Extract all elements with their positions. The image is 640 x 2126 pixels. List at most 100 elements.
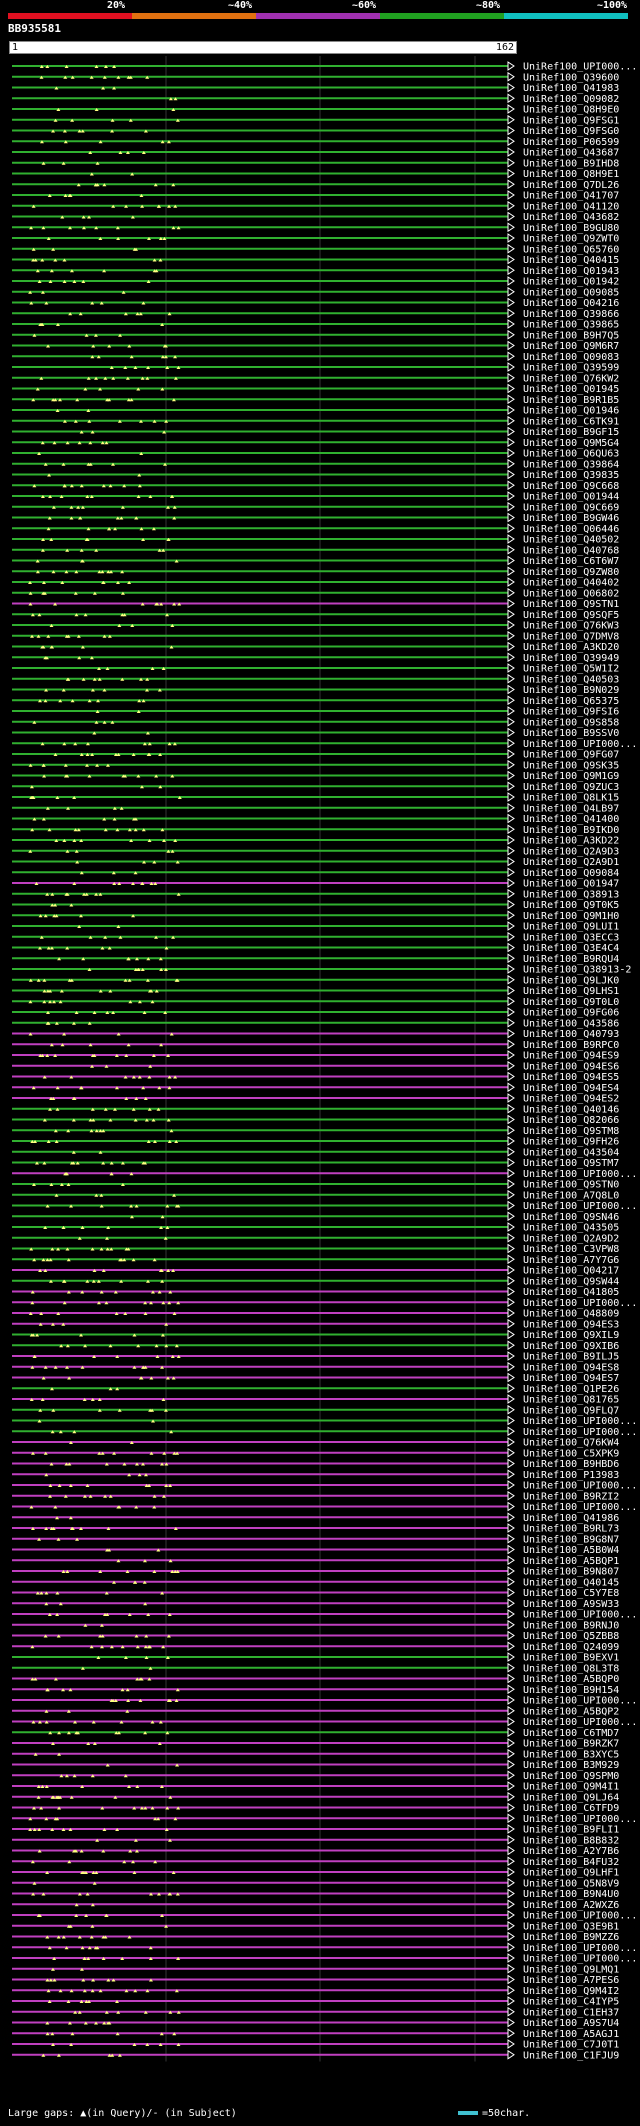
- hit-row: UniRef100_Q09085: [12, 286, 619, 298]
- hit-end-arrow: [507, 802, 515, 813]
- scale-legend: =50char.: [458, 2108, 530, 2120]
- hit-end-arrow: [507, 1910, 515, 1920]
- hit-label: UniRef100_A9S7U4: [523, 2018, 619, 2029]
- hit-label: UniRef100_A7Q8L0: [523, 1190, 619, 1201]
- hit-end-arrow: [507, 1802, 515, 1813]
- hit-row: UniRef100_Q82066: [12, 1114, 619, 1126]
- hit-label: UniRef100_Q9ZW80: [523, 567, 619, 578]
- hit-end-arrow: [507, 415, 515, 426]
- hit-row: UniRef100_B9N807: [12, 1566, 619, 1578]
- hit-label: UniRef100_Q5ZBB8: [523, 1631, 619, 1642]
- hit-label: UniRef100_Q40768: [523, 545, 619, 556]
- hit-end-arrow: [507, 867, 515, 878]
- hit-label: UniRef100_Q9STM8: [523, 1126, 619, 1137]
- hit-end-arrow: [507, 2049, 515, 2060]
- hit-row: UniRef100_UPI000...: [12, 738, 637, 750]
- hit-row: UniRef100_Q9M4I2: [12, 1985, 619, 1997]
- hit-label: UniRef100_Q9LHF1: [523, 1868, 619, 1879]
- hit-label: UniRef100_B9IKD0: [523, 825, 619, 836]
- hit-end-arrow: [507, 501, 515, 512]
- hit-row: UniRef100_C5Y7E8: [12, 1587, 619, 1599]
- hit-row: UniRef100_B8B832: [12, 1834, 619, 1846]
- hit-row: UniRef100_Q5ZBB8: [12, 1630, 619, 1642]
- hit-row: UniRef100_B9N4U0: [12, 1888, 619, 1900]
- hit-row: UniRef100_C6T6W7: [12, 555, 619, 567]
- hit-end-arrow: [507, 1512, 515, 1523]
- hit-label: UniRef100_Q40502: [523, 535, 619, 546]
- hit-row: UniRef100_A3KD20: [12, 641, 619, 653]
- hit-row: UniRef100_A5BQP1: [12, 1555, 619, 1567]
- hit-row: UniRef100_Q38913-2: [12, 964, 631, 976]
- hit-row: UniRef100_B9GW46: [12, 512, 619, 524]
- hit-end-arrow: [507, 1856, 515, 1867]
- hit-label: UniRef100_B9GW46: [523, 513, 619, 524]
- hit-end-arrow: [507, 82, 515, 93]
- hit-end-arrow: [507, 1867, 515, 1877]
- hit-label: UniRef100_B9MZZ6: [523, 1932, 619, 1943]
- hit-end-arrow: [507, 910, 515, 921]
- hit-row: UniRef100_Q9FG06: [12, 1007, 619, 1019]
- hit-end-arrow: [507, 985, 515, 996]
- hit-label: UniRef100_A3KD20: [523, 642, 619, 653]
- hit-label: UniRef100_C6TMD7: [523, 1728, 619, 1739]
- hit-row: UniRef100_B9RQU4: [12, 953, 619, 965]
- hit-end-arrow: [507, 1297, 515, 1308]
- hit-label: UniRef100_Q9SN46: [523, 1212, 619, 1223]
- hit-end-arrow: [507, 792, 515, 802]
- hit-row: UniRef100_Q41120: [12, 200, 619, 212]
- hit-end-arrow: [507, 781, 515, 792]
- hit-label: UniRef100_Q9XIB6: [523, 1341, 619, 1352]
- hit-row: UniRef100_Q40503: [12, 673, 619, 685]
- hit-row: UniRef100_UPI000...: [12, 1168, 637, 1180]
- hit-label: UniRef100_Q41805: [523, 1287, 619, 1298]
- hit-label: UniRef100_B9H154: [523, 1685, 619, 1696]
- hit-end-arrow: [507, 1738, 515, 1748]
- hit-label: UniRef100_Q04217: [523, 1266, 619, 1277]
- hit-end-arrow: [507, 1383, 515, 1394]
- hit-row: UniRef100_Q39865: [12, 319, 619, 331]
- hit-end-arrow: [507, 1555, 515, 1566]
- hit-label: UniRef100_Q43504: [523, 1147, 619, 1158]
- hit-end-arrow: [507, 1673, 515, 1684]
- hit-end-arrow: [507, 1329, 515, 1340]
- hit-label: UniRef100_A2Y7B6: [523, 1846, 619, 1857]
- hit-row: UniRef100_UPI000...: [12, 1426, 637, 1438]
- scale-label: =50char.: [482, 2108, 531, 2119]
- hit-end-arrow: [507, 974, 515, 985]
- hit-end-arrow: [507, 706, 515, 716]
- hit-row: UniRef100_B9G8N7: [12, 1533, 619, 1545]
- hit-label: UniRef100_A7Y7G6: [523, 1255, 619, 1266]
- hit-end-arrow: [507, 1114, 515, 1125]
- hit-label: UniRef100_Q9T0K5: [523, 900, 619, 911]
- hit-label: UniRef100_UPI000...: [523, 62, 637, 73]
- hit-end-arrow: [507, 222, 515, 233]
- hit-end-arrow: [507, 1996, 515, 2006]
- hit-row: UniRef100_B9R1B5: [12, 394, 619, 406]
- hit-end-arrow: [507, 727, 515, 738]
- hit-label: UniRef100_C6TFD9: [523, 1803, 619, 1814]
- hit-label: UniRef100_Q4LB97: [523, 803, 619, 814]
- hit-row: UniRef100_Q9ZWT0: [12, 233, 619, 245]
- hit-label: UniRef100_Q41707: [523, 191, 619, 202]
- hit-label: UniRef100_Q7DL26: [523, 180, 619, 191]
- hit-label: UniRef100_Q43586: [523, 1018, 619, 1029]
- hit-row: UniRef100_UPI000...: [12, 1942, 637, 1954]
- hit-label: UniRef100_Q24099: [523, 1642, 619, 1653]
- hit-row: UniRef100_Q94ES3: [12, 1318, 619, 1330]
- hit-row: UniRef100_A5AGJ1: [12, 2028, 619, 2040]
- hit-end-arrow: [507, 1684, 515, 1695]
- hit-end-arrow: [507, 1458, 515, 1469]
- hit-end-arrow: [507, 1985, 515, 1996]
- hit-label: UniRef100_Q09084: [523, 868, 619, 879]
- hit-end-arrow: [507, 555, 515, 566]
- hit-row: UniRef100_Q9FSI6: [12, 706, 619, 718]
- hit-end-arrow: [507, 1136, 515, 1146]
- hit-label: UniRef100_Q01942: [523, 277, 619, 288]
- hit-row: UniRef100_C1FJU9: [12, 2049, 619, 2061]
- hit-row: UniRef100_Q81765: [12, 1394, 619, 1406]
- hit-end-arrow: [507, 921, 515, 931]
- hit-end-arrow: [507, 1587, 515, 1598]
- hit-end-arrow: [507, 1437, 515, 1447]
- hit-row: UniRef100_Q9STM8: [12, 1125, 619, 1137]
- hit-end-arrow: [507, 1501, 515, 1512]
